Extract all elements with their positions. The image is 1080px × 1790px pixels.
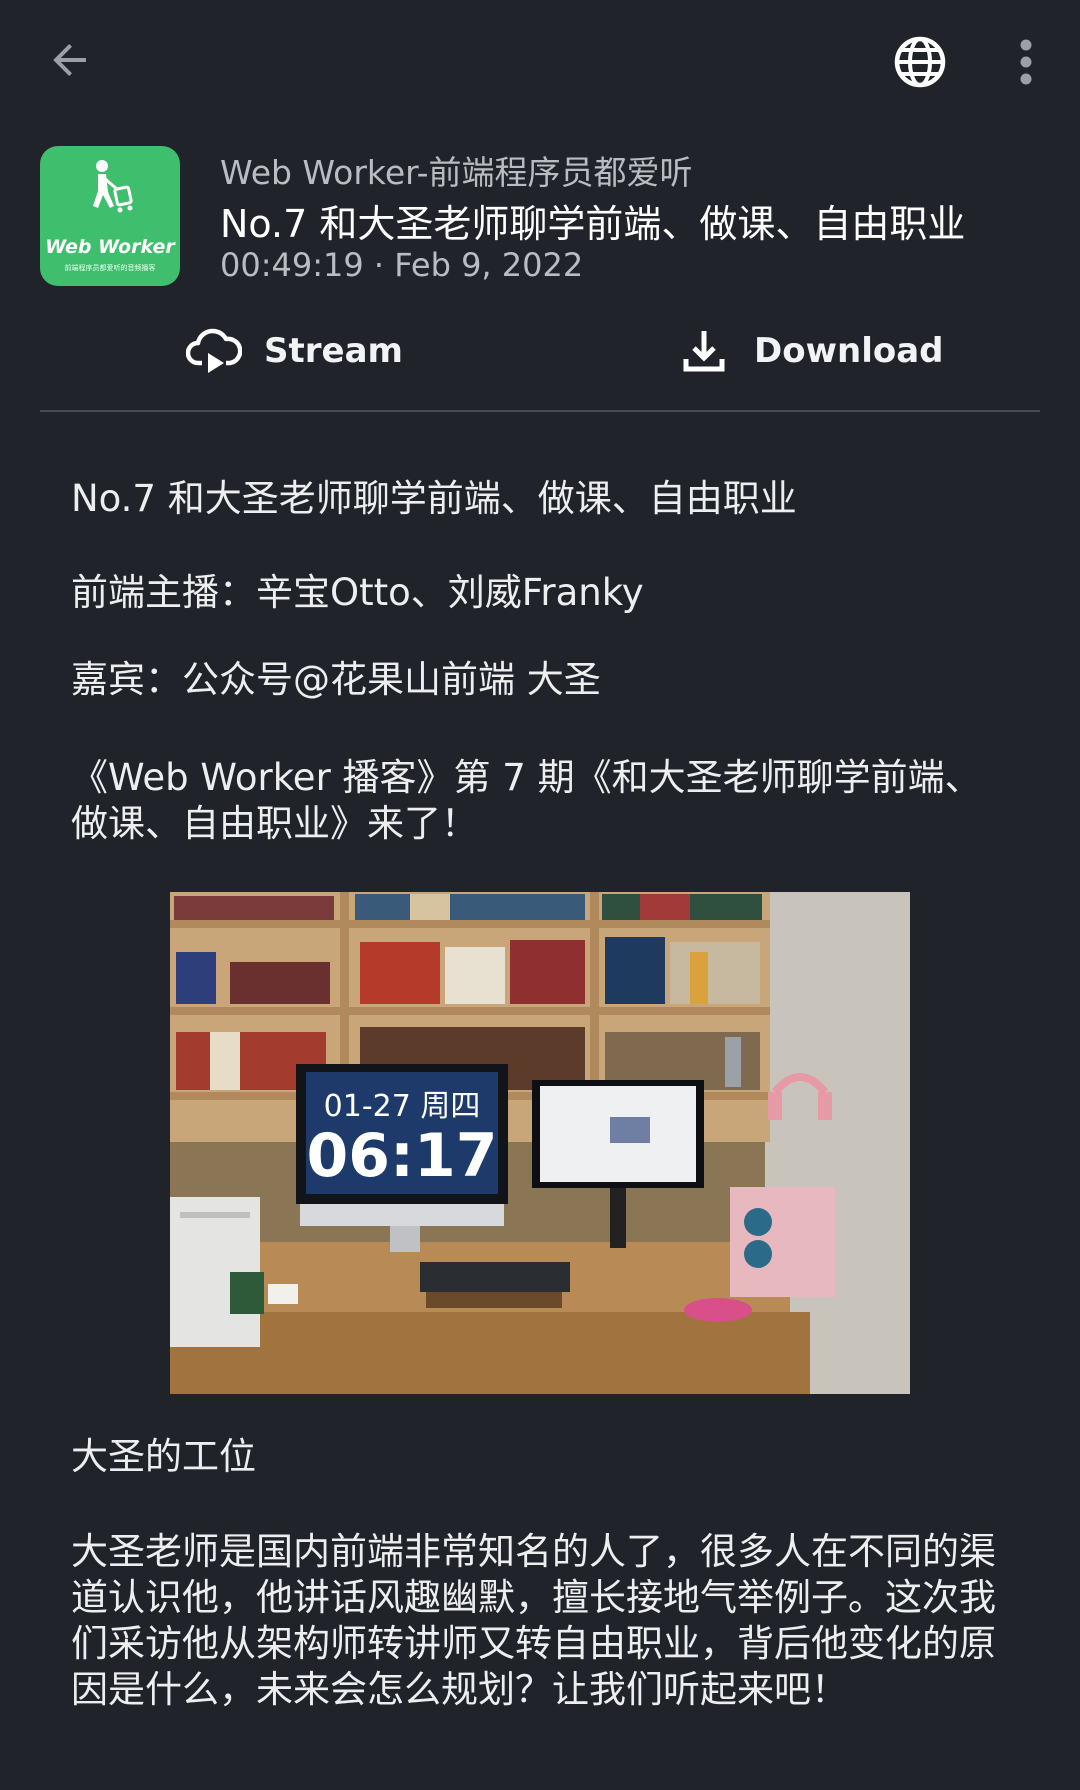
- clock-time: 06:17: [307, 1121, 498, 1191]
- cover-subtitle: 前端程序员都爱听的音频播客: [64, 264, 156, 272]
- arrow-back-icon: [53, 44, 86, 76]
- description-body: 大圣老师是国内前端非常知名的人了，很多人在不同的渠道认识他，他讲话风趣幽默，擅长…: [71, 1530, 996, 1711]
- podcast-cover-art: Web Worker 前端程序员都爱听的音频播客: [40, 146, 180, 286]
- podcast-name[interactable]: Web Worker-前端程序员都爱听: [220, 146, 693, 194]
- workspace-photo: 01-27 周四 06:17: [170, 892, 910, 1394]
- open-website-button[interactable]: [884, 26, 956, 98]
- back-button[interactable]: [36, 26, 104, 94]
- episode-actions: Stream Download: [0, 308, 1080, 394]
- description-hosts: 前端主播：辛宝Otto、刘威Franky: [71, 571, 644, 614]
- divider: [40, 410, 1040, 412]
- stream-button[interactable]: Stream: [186, 308, 403, 394]
- description-guest: 嘉宾：公众号@花果山前端 大圣: [71, 658, 601, 701]
- more-vert-icon: [1020, 39, 1032, 85]
- download-icon: [683, 331, 725, 372]
- more-options-button[interactable]: [1000, 26, 1052, 98]
- person-with-cart-icon: [93, 160, 133, 213]
- download-label: Download: [754, 331, 944, 371]
- episode-header: Web Worker 前端程序员都爱听的音频播客 Web Worker-前端程序…: [0, 124, 1080, 294]
- description-intro: 《Web Worker 播客》第 7 期《和大圣老师聊学前端、做课、自由职业》来…: [71, 756, 982, 845]
- clock-date: 01-27 周四: [324, 1089, 481, 1124]
- cover-title: Web Worker: [45, 236, 175, 258]
- globe-icon: [894, 36, 946, 88]
- description-heading: No.7 和大圣老师聊学前端、做课、自由职业: [71, 477, 797, 520]
- download-button[interactable]: Download: [676, 308, 944, 394]
- episode-title: No.7 和大圣老师聊学前端、做课、自由职业: [220, 202, 966, 246]
- photo-caption: 大圣的工位: [71, 1435, 256, 1478]
- cloud-play-icon: [186, 328, 242, 373]
- top-app-bar: [0, 0, 1080, 124]
- episode-meta: 00:49:19 · Feb 9, 2022: [220, 246, 584, 284]
- stream-label: Stream: [264, 331, 403, 371]
